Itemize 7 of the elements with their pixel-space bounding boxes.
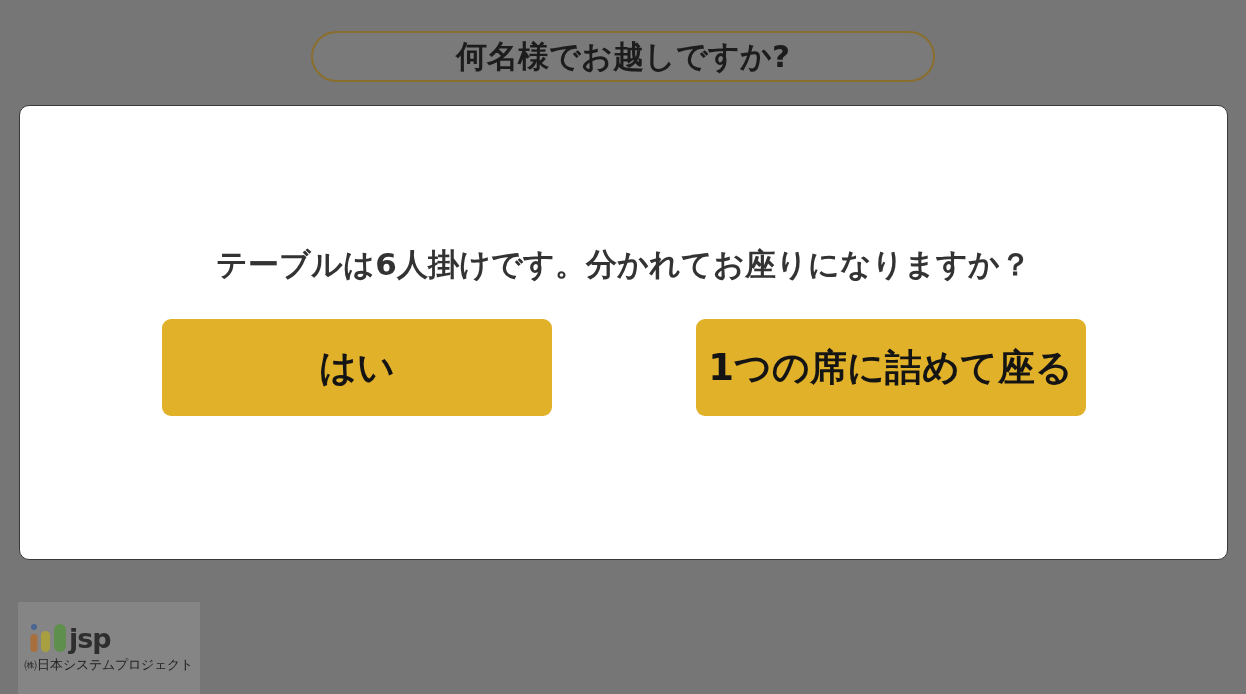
logo-bars-icon — [30, 623, 66, 652]
dialog-button[interactable]: 1つの席に詰めて座る — [695, 319, 1086, 416]
dialog-button[interactable]: はい — [161, 319, 552, 416]
logo-text: jsp — [69, 625, 111, 652]
company-name: ㈱日本システムプロジェクト — [24, 656, 194, 673]
title-banner: 何名様でお越しですか? — [311, 31, 935, 82]
dialog-message: テーブルは6人掛けです。分かれてお座りになりますか？ — [216, 245, 1031, 284]
